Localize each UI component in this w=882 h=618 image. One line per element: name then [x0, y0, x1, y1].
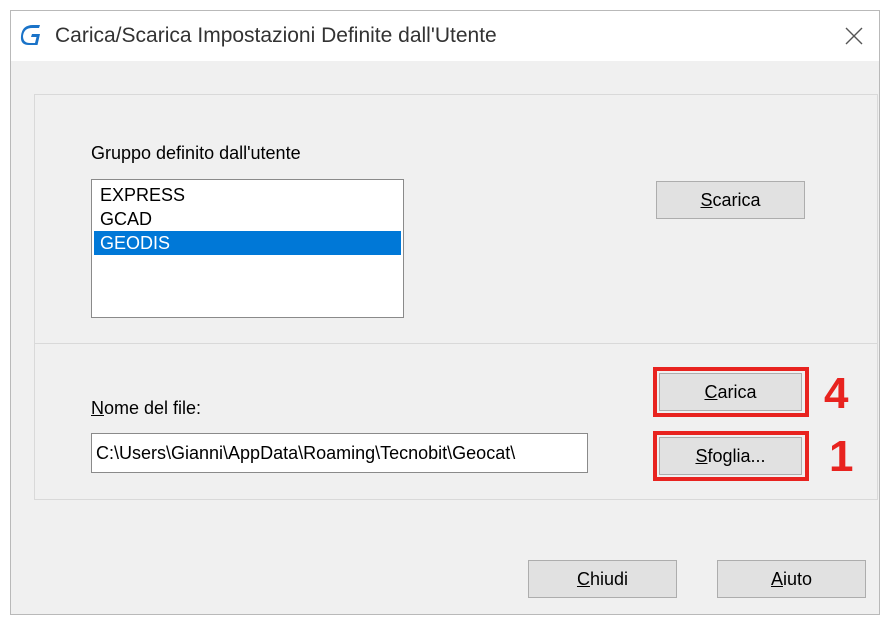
scarica-label: carica	[712, 189, 761, 210]
close-icon[interactable]	[839, 21, 869, 51]
carica-mnemonic: C	[704, 381, 718, 402]
title-bar: Carica/Scarica Impostazioni Definite dal…	[11, 11, 879, 61]
dialog-window: Carica/Scarica Impostazioni Definite dal…	[10, 10, 880, 615]
list-item-gcad[interactable]: GCAD	[94, 207, 401, 231]
chiudi-mnemonic: C	[576, 568, 590, 589]
sfoglia-label: foglia...	[707, 445, 766, 466]
list-item-geodis[interactable]: GEODIS	[94, 231, 401, 255]
scarica-mnemonic: S	[700, 189, 713, 210]
carica-button[interactable]: Carica	[659, 373, 802, 411]
carica-label: arica	[717, 381, 757, 402]
section-divider	[34, 343, 878, 344]
file-path-field[interactable]: C:\Users\Gianni\AppData\Roaming\Tecnobit…	[91, 433, 588, 473]
sfoglia-button[interactable]: Sfoglia...	[659, 437, 802, 475]
window-title: Carica/Scarica Impostazioni Definite dal…	[55, 24, 497, 47]
aiuto-label: iuto	[782, 568, 813, 589]
group-label: Gruppo definito dall'utente	[91, 143, 301, 163]
carica-step-number: 4	[824, 369, 849, 418]
chiudi-label: hiudi	[589, 568, 629, 589]
chiudi-button[interactable]: Chiudi	[528, 560, 677, 598]
sfoglia-step-number: 1	[829, 432, 854, 481]
file-name-label: Nome del file:	[91, 398, 201, 419]
file-label-text: ome del file:	[104, 398, 202, 418]
g-logo-icon	[19, 23, 45, 47]
list-item-express[interactable]: EXPRESS	[94, 183, 401, 207]
sfoglia-mnemonic: S	[695, 445, 708, 466]
file-label-mnemonic: N	[91, 398, 104, 418]
aiuto-button[interactable]: Aiuto	[717, 560, 866, 598]
user-group-listbox[interactable]: EXPRESS GCAD GEODIS	[91, 179, 404, 318]
scarica-button[interactable]: Scarica	[656, 181, 805, 219]
aiuto-mnemonic: A	[770, 568, 783, 589]
